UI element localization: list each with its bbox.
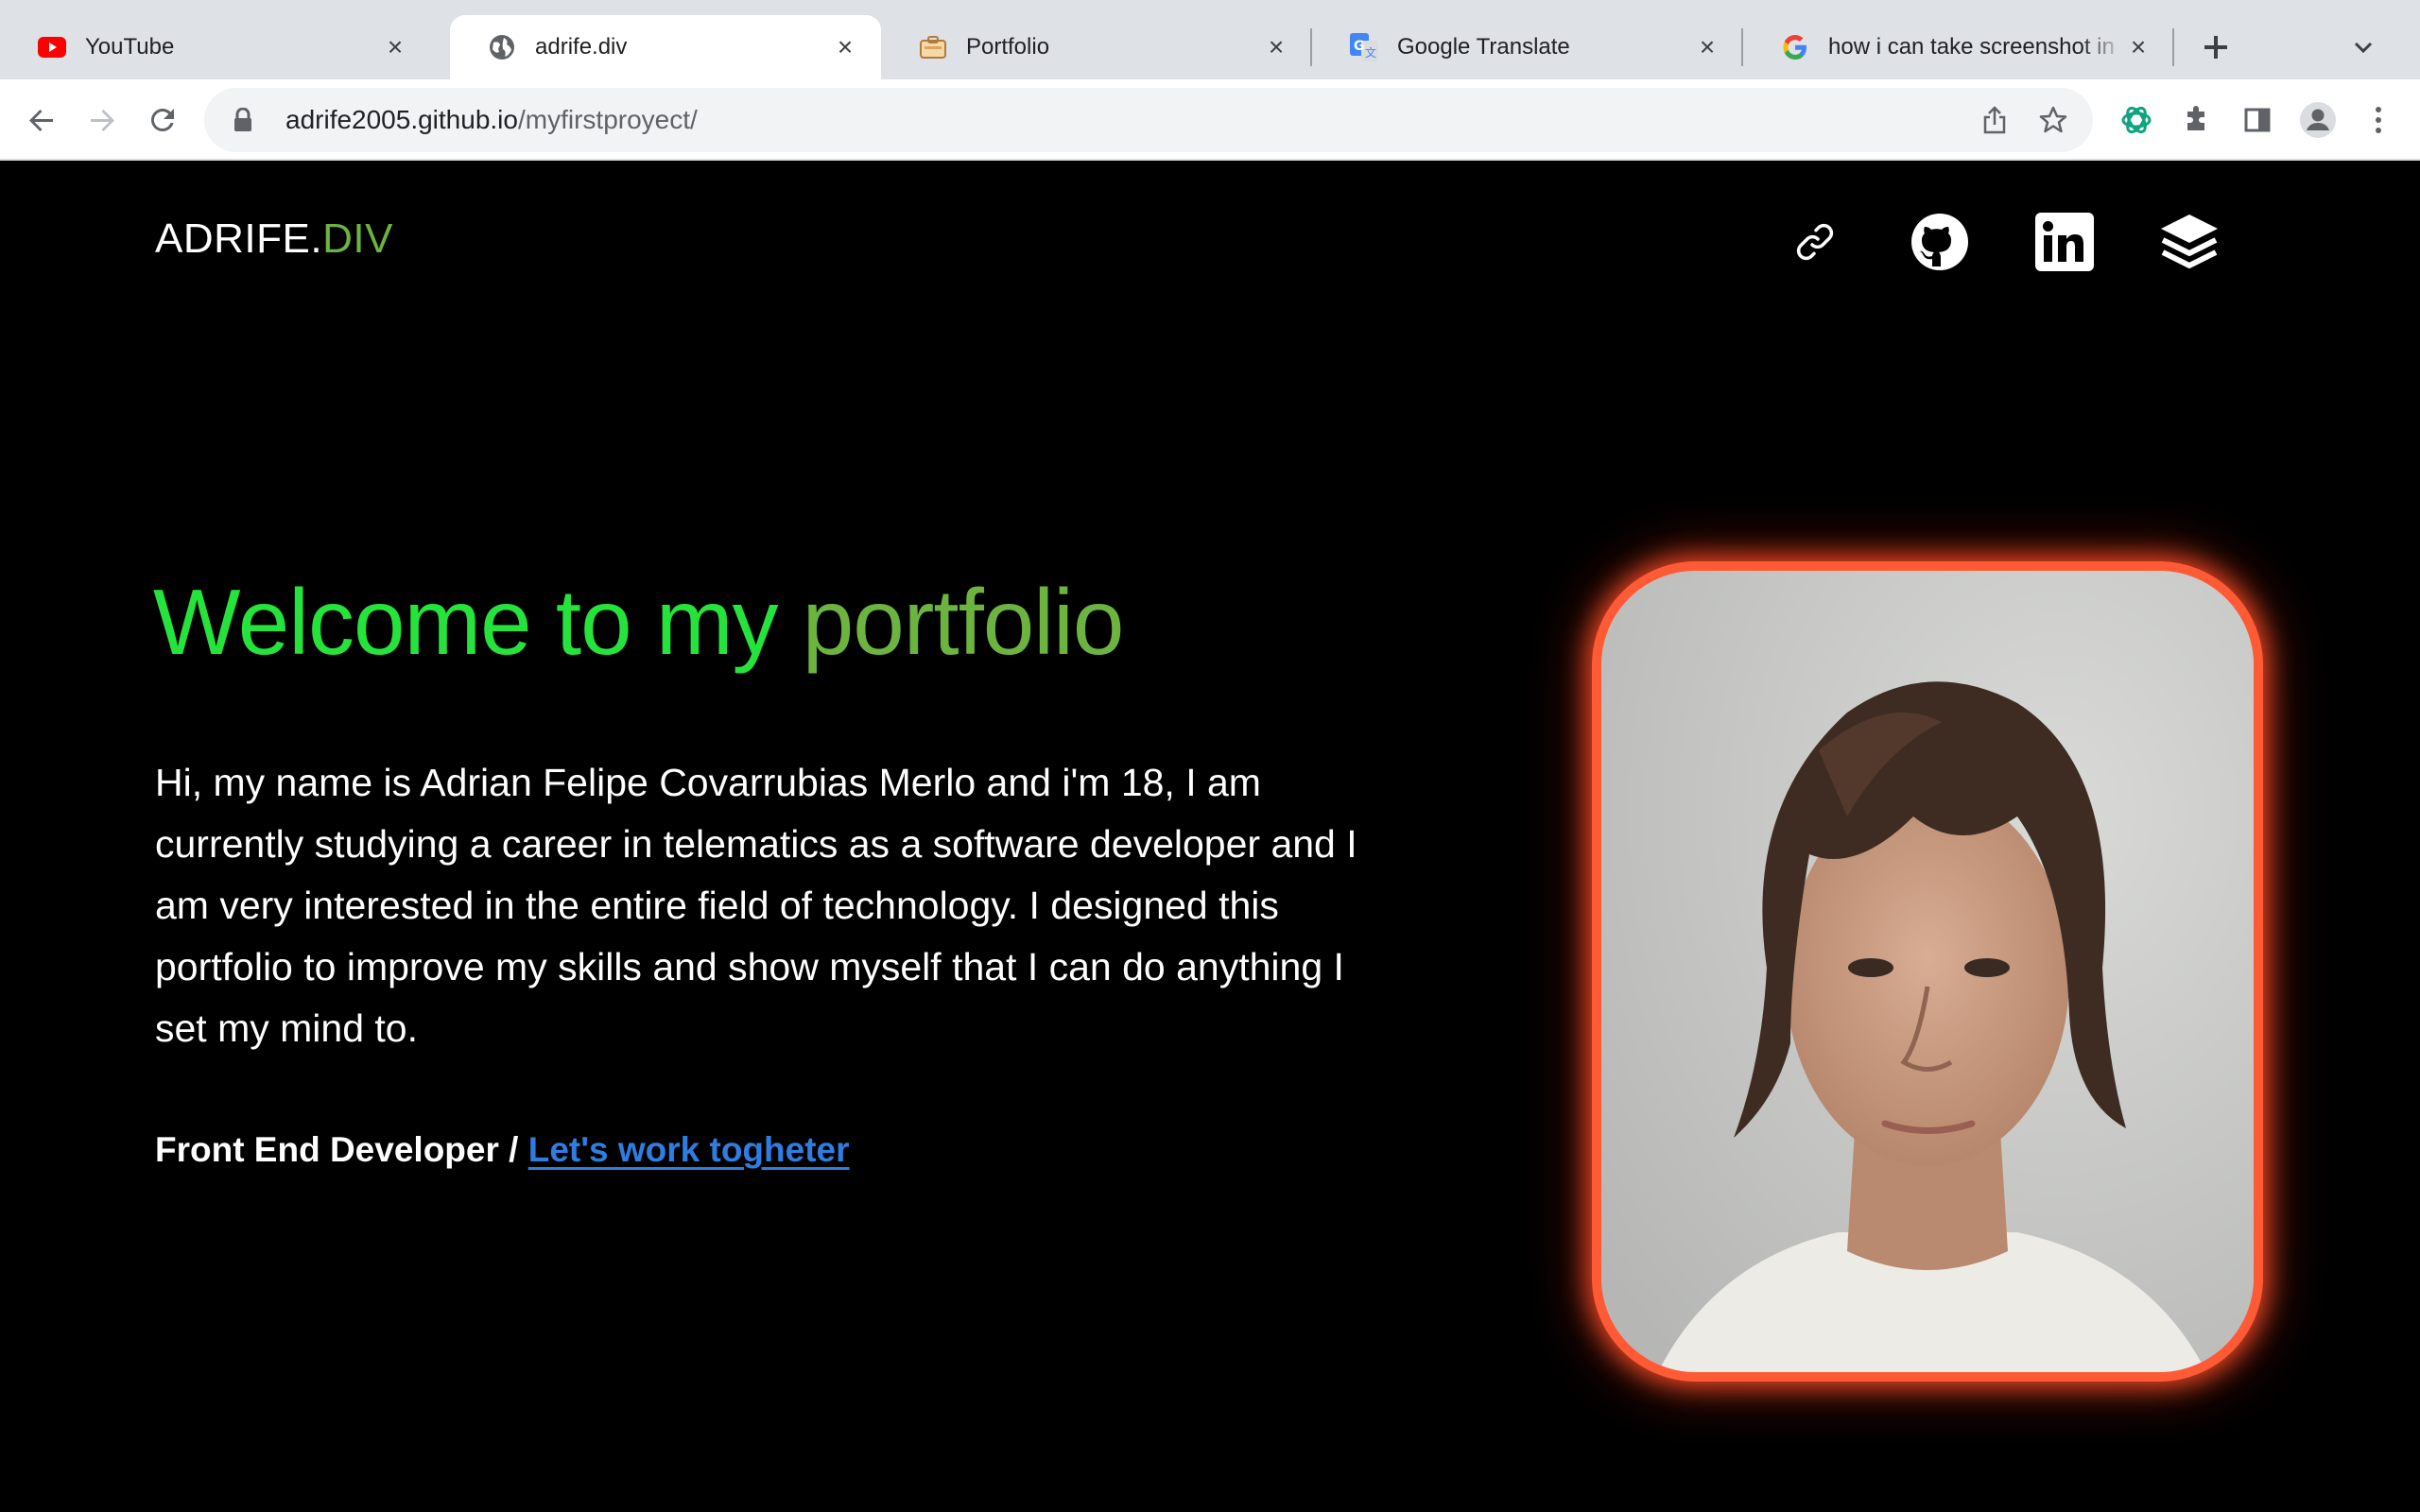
address-bar[interactable]: adrife2005.github.io/myfirstproyect/ — [204, 88, 2093, 152]
portrait-image — [1601, 571, 2254, 1372]
svg-text:文: 文 — [1365, 45, 1376, 60]
globe-icon — [488, 33, 516, 61]
close-icon[interactable]: × — [2125, 32, 2152, 61]
share-icon[interactable] — [1972, 97, 2017, 143]
browser-toolbar: adrife2005.github.io/myfirstproyect/ — [0, 79, 2420, 161]
portfolio-page: ADRIFE.DIV Welcome to my portfolio Hi, m… — [0, 161, 2420, 1512]
url-host: adrife2005.github.io — [285, 105, 518, 134]
url-path: /myfirstproyect/ — [517, 105, 698, 134]
back-button[interactable] — [19, 97, 64, 143]
tab-youtube[interactable]: YouTube × — [0, 15, 431, 79]
reload-button[interactable] — [140, 97, 185, 143]
portfolio-icon — [919, 33, 947, 61]
close-icon[interactable]: × — [1694, 32, 1720, 61]
close-icon[interactable]: × — [382, 32, 408, 61]
bio-paragraph: Hi, my name is Adrian Felipe Covarrubias… — [155, 761, 1357, 1050]
svg-text:G: G — [1354, 39, 1365, 54]
tab-strip: YouTube × adrife.div × Portfolio × G文 Go… — [0, 0, 2420, 79]
profile-photo — [1592, 561, 2263, 1382]
hero-headline: Welcome to my portfolio — [153, 569, 1125, 676]
tab-divider — [2172, 28, 2174, 66]
chevron-down-icon — [2354, 42, 2373, 54]
logo-accent-text: DIV — [322, 215, 393, 262]
arrow-left-icon — [29, 110, 53, 131]
headline-part-2: portfolio — [802, 570, 1125, 674]
tab-title: YouTube — [85, 34, 175, 60]
work-together-link[interactable]: Let's work togheter — [528, 1130, 850, 1169]
tab-title: Portfolio — [966, 34, 1050, 60]
chatgpt-extension-icon[interactable] — [2114, 97, 2159, 143]
google-icon — [1781, 33, 1809, 61]
google-translate-icon: G文 — [1350, 33, 1378, 61]
tab-title: how i can take screenshot in — [1828, 34, 2115, 60]
tab-google-translate[interactable]: G文 Google Translate × — [1312, 15, 1743, 79]
reload-icon — [150, 108, 174, 131]
close-icon[interactable]: × — [832, 32, 858, 61]
arrow-right-icon — [91, 110, 114, 131]
tab-adrife-div[interactable]: adrife.div × — [450, 15, 881, 79]
tab-title: Google Translate — [1397, 34, 1570, 60]
plus-icon — [2204, 36, 2227, 59]
forward-button[interactable] — [79, 97, 125, 143]
github-icon[interactable] — [1906, 208, 1974, 276]
site-logo[interactable]: ADRIFE.DIV — [155, 215, 393, 263]
kebab-menu-icon[interactable] — [2356, 97, 2401, 143]
new-tab-button[interactable] — [2193, 25, 2238, 70]
youtube-icon — [38, 33, 66, 61]
side-panel-icon[interactable] — [2235, 97, 2280, 143]
layers-icon[interactable] — [2155, 208, 2223, 276]
role-line: Front End Developer / Let's work toghete… — [155, 1130, 850, 1170]
tab-search-button[interactable] — [2341, 25, 2386, 70]
tab-portfolio[interactable]: Portfolio × — [881, 15, 1312, 79]
logo-main-text: ADRIFE. — [155, 215, 323, 262]
tab-title: adrife.div — [535, 34, 628, 60]
profile-avatar-icon[interactable] — [2295, 97, 2341, 143]
role-text: Front End Developer / — [155, 1130, 528, 1169]
headline-part-1: Welcome to my — [153, 570, 803, 674]
linkedin-icon[interactable] — [2031, 208, 2099, 276]
close-icon[interactable]: × — [1263, 32, 1289, 61]
link-icon[interactable] — [1781, 208, 1849, 276]
bookmark-star-icon[interactable] — [2031, 97, 2076, 143]
extensions-puzzle-icon[interactable] — [2174, 97, 2220, 143]
tab-google-search[interactable]: how i can take screenshot in × — [1743, 15, 2174, 79]
lock-icon — [229, 106, 257, 134]
